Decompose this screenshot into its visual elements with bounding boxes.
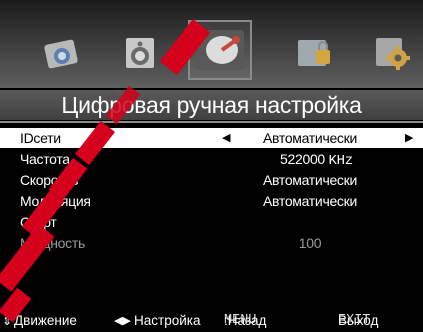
- menu-row-value: Автоматически: [263, 193, 357, 209]
- left-right-arrows-icon: ◀▶: [114, 315, 131, 327]
- osd-menu: Цифровая ручная настройка IDсети ◀ Автом…: [0, 0, 423, 332]
- exit-label: Выход: [338, 313, 379, 328]
- menu-back-label: :Назад: [224, 313, 267, 328]
- menu-row-signal-strength: Мощность 100: [0, 233, 423, 253]
- move-hint: Движение: [14, 313, 77, 328]
- gear-icon[interactable]: [370, 32, 414, 72]
- title-divider: [0, 121, 423, 123]
- menu-row-start[interactable]: Старт: [0, 212, 423, 232]
- menu-row-value: Автоматически: [263, 130, 357, 146]
- menu-row-network-id[interactable]: IDсети ◀ Автоматически ▶: [0, 128, 423, 148]
- page-title: Цифровая ручная настройка: [0, 90, 423, 120]
- speaker-icon[interactable]: [118, 32, 162, 72]
- menu-row-value: Автоматически: [263, 172, 357, 188]
- menu-row-value: 100: [298, 235, 322, 251]
- menu-row-label: IDсети: [20, 130, 61, 146]
- category-icon-bar: [0, 0, 423, 88]
- lock-icon[interactable]: [292, 32, 336, 72]
- menu-row-frequency[interactable]: Частота 522000 KHz: [0, 149, 423, 169]
- frequency-unit: KHz: [328, 153, 354, 169]
- footer-hint-bar: ⇕ Движение ◀▶ Настройка MENU:Назад EXIT В…: [0, 310, 423, 332]
- frequency-value: 522000: [280, 151, 325, 167]
- menu-row-value: 522000 KHz: [236, 149, 423, 171]
- picture-icon[interactable]: [40, 32, 84, 72]
- adjust-hint: Настройка: [134, 313, 201, 328]
- arrow-right-icon[interactable]: ▶: [405, 128, 413, 148]
- menu-row-label: Частота: [20, 151, 70, 167]
